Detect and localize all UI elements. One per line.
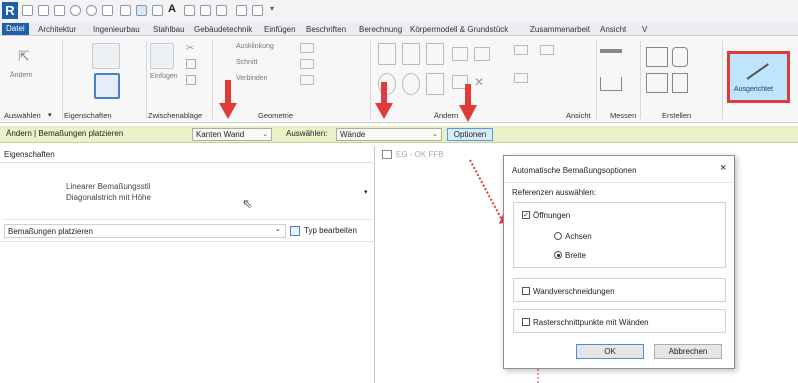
axes-label[interactable]: Achsen: [565, 232, 592, 241]
openings-checkbox[interactable]: ✓: [522, 211, 530, 219]
references-label: Referenzen auswählen:: [512, 188, 597, 197]
grid-intersections-label[interactable]: Rasterschnittpunkte mit Wänden: [533, 318, 649, 327]
grid-intersections-group: Rasterschnittpunkte mit Wänden: [513, 309, 726, 333]
cancel-button[interactable]: Abbrechen: [654, 344, 722, 359]
auto-dimension-options-dialog: Automatische Bemaßungsoptionen × Referen…: [503, 155, 735, 369]
dialog-title: Automatische Bemaßungsoptionen: [512, 166, 637, 175]
openings-label[interactable]: Öffnungen: [533, 211, 570, 220]
red-arrow-icon: [219, 80, 237, 119]
openings-group: ✓ Öffnungen Achsen Breite: [513, 202, 726, 268]
axes-radio[interactable]: [554, 232, 562, 240]
wall-intersections-label[interactable]: Wandverschneidungen: [533, 287, 615, 296]
width-radio[interactable]: [554, 251, 562, 259]
wall-intersections-group: Wandverschneidungen: [513, 278, 726, 302]
wall-intersections-checkbox[interactable]: [522, 287, 530, 295]
red-arrow-icon: [375, 82, 393, 119]
grid-intersections-checkbox[interactable]: [522, 318, 530, 326]
close-icon[interactable]: ×: [720, 162, 726, 174]
red-arrow-icon: [459, 84, 477, 122]
width-label[interactable]: Breite: [565, 251, 586, 260]
dialog-header-divider: [504, 182, 734, 183]
ok-button[interactable]: OK: [576, 344, 644, 359]
dotted-pointer-line: [469, 159, 504, 223]
